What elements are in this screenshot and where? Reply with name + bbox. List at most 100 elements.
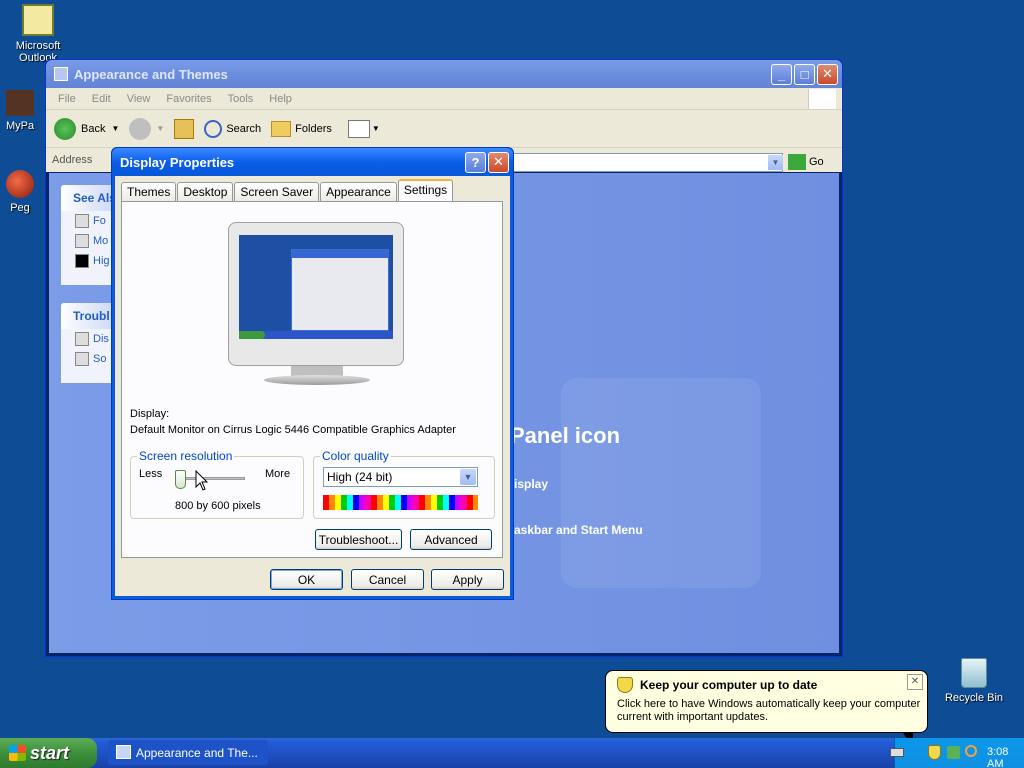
high-contrast-icon	[75, 254, 89, 268]
color-spectrum-bar	[323, 495, 478, 510]
tab-settings[interactable]: Settings	[397, 179, 454, 201]
apply-button[interactable]: Apply	[431, 569, 504, 590]
desktop-icon-peg[interactable]: Peg	[0, 170, 44, 214]
toolbar: Back ▼ ▼ Search Folders ▼	[46, 110, 842, 148]
dialog-titlebar[interactable]: Display Properties ? ✕	[112, 148, 513, 176]
tab-themes[interactable]: Themes	[121, 182, 177, 201]
address-input[interactable]	[511, 153, 783, 172]
preview-start	[239, 331, 265, 339]
search-tray-icon[interactable]	[965, 745, 977, 757]
desktop-icon-label: MyPa	[5, 120, 35, 132]
taskbar-item-label: Appearance and The...	[136, 745, 258, 760]
menu-view[interactable]: View	[119, 93, 159, 105]
help-button[interactable]: ?	[465, 151, 486, 173]
task-link-display[interactable]: isplay	[514, 477, 548, 491]
go-button[interactable]: Go	[788, 154, 824, 170]
dialog-body: Themes Desktop Screen Saver Appearance S…	[115, 176, 510, 596]
balloon-title: Keep your computer up to date	[640, 678, 818, 692]
mouse-icon	[75, 234, 89, 248]
back-button[interactable]: Back ▼	[54, 117, 120, 140]
menu-tools[interactable]: Tools	[220, 93, 262, 105]
chevron-down-icon: ▼	[111, 124, 120, 133]
minimize-icon: _	[777, 66, 786, 82]
control-panel-watermark-icon	[561, 378, 761, 588]
forward-arrow-icon	[129, 117, 152, 140]
task-link-taskbar[interactable]: askbar and Start Menu	[514, 523, 643, 537]
menu-edit[interactable]: Edit	[84, 93, 119, 105]
update-balloon[interactable]: Keep your computer up to date ✕ Click he…	[605, 670, 928, 747]
views-icon	[347, 119, 370, 138]
close-button[interactable]: ✕	[488, 151, 509, 173]
display-label: Display:	[130, 408, 170, 420]
desktop-icon-label: Recycle Bin	[944, 692, 1004, 704]
resolution-slider-thumb[interactable]	[175, 470, 186, 489]
help-icon	[75, 332, 89, 346]
minimize-button[interactable]: _	[771, 63, 792, 85]
balloon-close-button[interactable]: ✕	[907, 674, 923, 690]
start-label: start	[30, 742, 70, 763]
windows-logo-icon	[808, 89, 836, 109]
fonts-icon	[75, 214, 89, 228]
settings-panel: Display: Default Monitor on Cirrus Logic…	[121, 201, 503, 558]
address-dropdown-icon[interactable]: ▼	[768, 155, 783, 170]
folders-button[interactable]: Folders	[271, 120, 332, 137]
balloon-text: Click here to have Windows automatically…	[617, 698, 921, 723]
network-icon[interactable]	[947, 746, 960, 759]
desktop-icon-mypa[interactable]: MyPa	[0, 90, 44, 132]
up-folder-icon	[174, 118, 195, 139]
tab-screen-saver[interactable]: Screen Saver	[234, 182, 320, 201]
windows-flag-icon	[9, 745, 26, 761]
pick-icon-heading: Panel icon	[510, 423, 621, 448]
chevron-down-icon[interactable]: ▼	[460, 469, 476, 485]
advanced-button[interactable]: Advanced	[410, 529, 492, 550]
troubleshoot-button[interactable]: Troubleshoot...	[315, 529, 402, 550]
window-title: Appearance and Themes	[74, 66, 228, 82]
go-arrow-icon	[788, 154, 806, 170]
explorer-titlebar[interactable]: Appearance and Themes _ □ ✕	[46, 60, 842, 88]
taskbar-item-appearance[interactable]: Appearance and The...	[108, 740, 268, 765]
close-button[interactable]: ✕	[817, 63, 838, 85]
color-quality-select[interactable]: High (24 bit) ▼	[323, 467, 478, 487]
maximize-button[interactable]: □	[794, 63, 815, 85]
search-icon	[204, 119, 223, 138]
tab-desktop[interactable]: Desktop	[177, 182, 234, 201]
ok-button[interactable]: OK	[270, 569, 343, 590]
tab-appearance[interactable]: Appearance	[320, 182, 397, 201]
resolution-value: 800 by 600 pixels	[175, 500, 261, 512]
menu-help[interactable]: Help	[261, 93, 300, 105]
screen-resolution-group: Screen resolution Less More 800 by 600 p…	[130, 449, 304, 519]
taskbar: start Appearance and The... 3:08 AM	[0, 738, 1024, 768]
forward-button[interactable]: ▼	[129, 117, 165, 140]
close-icon: ✕	[822, 66, 833, 81]
shield-icon	[617, 677, 633, 693]
desktop-icon-recycle-bin[interactable]: Recycle Bin	[936, 658, 1012, 704]
monitor-base	[264, 375, 370, 385]
up-button[interactable]	[174, 118, 195, 139]
search-button[interactable]: Search	[204, 119, 261, 138]
menu-file[interactable]: File	[50, 93, 84, 105]
folders-label: Folders	[295, 122, 332, 135]
clock[interactable]: 3:08 AM	[987, 746, 1024, 768]
go-label: Go	[809, 156, 824, 168]
color-quality-label: Color quality	[320, 449, 391, 463]
menu-bar: File Edit View Favorites Tools Help	[46, 88, 842, 110]
security-shield-icon[interactable]	[928, 745, 941, 760]
start-button[interactable]: start	[0, 738, 97, 768]
preview-window	[291, 249, 389, 331]
display-properties-dialog: Display Properties ? ✕ Themes Desktop Sc…	[111, 147, 514, 600]
maximize-icon: □	[800, 66, 809, 82]
cancel-button[interactable]: Cancel	[351, 569, 424, 590]
chevron-down-icon: ▼	[156, 124, 165, 133]
screen-resolution-label: Screen resolution	[137, 449, 235, 463]
tab-strip: Themes Desktop Screen Saver Appearance S…	[121, 179, 454, 201]
views-button[interactable]: ▼	[347, 119, 380, 138]
chevron-down-icon: ▼	[371, 124, 380, 133]
folder-icon	[54, 67, 68, 81]
desktop-icon-outlook[interactable]: Microsoft Outlook	[0, 4, 76, 64]
dialog-title: Display Properties	[120, 154, 235, 170]
folders-icon	[271, 120, 292, 137]
monitor-screen	[239, 235, 393, 339]
desktop-icon-label: Peg	[10, 202, 30, 214]
keyboard-icon[interactable]	[890, 748, 904, 757]
menu-favorites[interactable]: Favorites	[158, 93, 219, 105]
